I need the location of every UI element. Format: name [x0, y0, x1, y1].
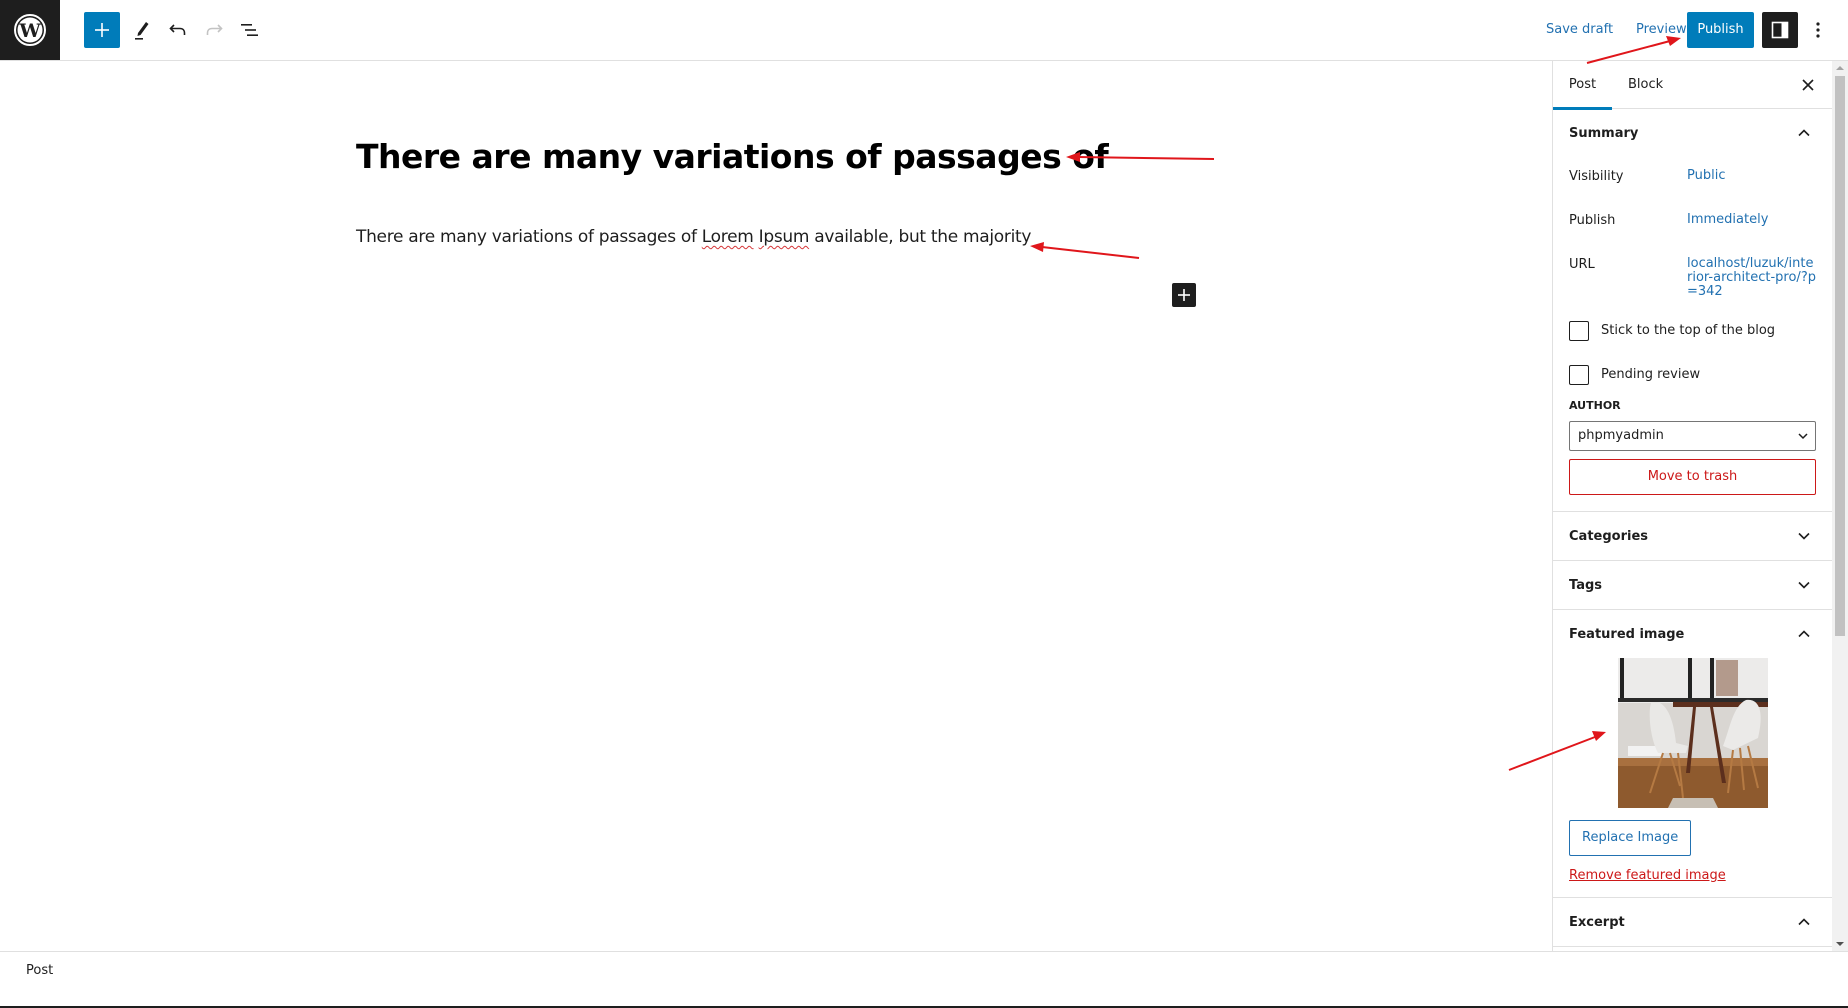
publish-label: Publish	[1569, 213, 1616, 228]
undo-icon	[169, 24, 186, 35]
close-icon	[1802, 79, 1814, 91]
visibility-row: Visibility Public	[1553, 157, 1832, 201]
settings-sidebar: Post Block Summary Visibility Public Pub…	[1552, 61, 1832, 951]
preview-button[interactable]: Preview	[1630, 12, 1693, 48]
paragraph-text: There are many variations of passages of	[356, 227, 702, 247]
visibility-label: Visibility	[1569, 169, 1624, 184]
visibility-value-link[interactable]: Public	[1687, 169, 1817, 183]
panel-title: Excerpt	[1569, 914, 1625, 930]
panel-title: Categories	[1569, 528, 1649, 544]
chevron-up-icon	[1792, 622, 1816, 646]
publish-button[interactable]: Publish	[1687, 12, 1754, 48]
post-title-field[interactable]: There are many variations of passages of	[356, 137, 1109, 176]
replace-image-button[interactable]: Replace Image	[1569, 820, 1692, 856]
featured-image-picture	[1617, 658, 1768, 808]
scrollbar-thumb[interactable]	[1835, 76, 1845, 636]
settings-toggle-button[interactable]	[1762, 12, 1798, 48]
scroll-up-arrow-icon[interactable]	[1836, 66, 1844, 70]
plus-icon	[1178, 289, 1190, 301]
scroll-down-arrow-icon[interactable]	[1836, 942, 1844, 946]
author-value: phpmyadmin	[1578, 428, 1664, 443]
editor-header: W Save draft Preview Publish	[0, 0, 1848, 61]
summary-panel-toggle[interactable]: Summary	[1553, 109, 1832, 157]
pending-review-checkbox[interactable]	[1569, 365, 1589, 385]
move-to-trash-button[interactable]: Move to trash	[1569, 459, 1816, 495]
categories-panel: Categories	[1553, 512, 1832, 561]
tags-panel: Tags	[1553, 561, 1832, 610]
pending-review-label[interactable]: Pending review	[1601, 367, 1700, 382]
tab-post[interactable]: Post	[1553, 61, 1612, 110]
editor-canvas: There are many variations of passages of…	[0, 61, 1552, 951]
sticky-label[interactable]: Stick to the top of the blog	[1601, 323, 1775, 338]
pencil-icon	[135, 22, 149, 40]
wordpress-logo-icon: W	[14, 14, 46, 46]
excerpt-panel: Excerpt	[1553, 898, 1832, 947]
close-sidebar-button[interactable]	[1796, 73, 1820, 97]
author-label: Author	[1569, 399, 1621, 412]
sidebar-scrollbar[interactable]	[1832, 61, 1848, 951]
author-select[interactable]: phpmyadmin	[1569, 421, 1816, 451]
publish-date-link[interactable]: Immediately	[1687, 213, 1817, 227]
summary-panel: Summary Visibility Public Publish Immedi…	[1553, 109, 1832, 512]
misspelled-word: Ipsum	[758, 227, 810, 247]
list-view-button[interactable]	[232, 12, 268, 48]
chevron-down-icon	[1792, 573, 1816, 597]
panel-title: Featured image	[1569, 626, 1685, 642]
undo-button[interactable]	[160, 12, 196, 48]
block-appender-button[interactable]	[1172, 283, 1196, 307]
pending-review-option: Pending review	[1553, 353, 1832, 397]
block-inserter-button[interactable]	[84, 12, 120, 48]
list-view-icon	[241, 24, 258, 36]
tab-block[interactable]: Block	[1628, 61, 1663, 109]
save-draft-button[interactable]: Save draft	[1540, 12, 1619, 48]
panel-title: Tags	[1569, 577, 1603, 593]
chevron-down-icon	[1797, 425, 1809, 458]
redo-icon	[206, 24, 223, 35]
sticky-checkbox[interactable]	[1569, 321, 1589, 341]
featured-image-panel: Featured image Replace Image Remove feat…	[1553, 610, 1832, 898]
sticky-option: Stick to the top of the blog	[1553, 309, 1832, 353]
remove-featured-image-link[interactable]: Remove featured image	[1569, 868, 1816, 897]
plus-icon	[95, 23, 109, 37]
wordpress-logo-button[interactable]: W	[0, 0, 60, 60]
categories-panel-toggle[interactable]: Categories	[1553, 512, 1832, 560]
url-label: URL	[1569, 257, 1595, 272]
sidebar-tabs: Post Block	[1553, 61, 1832, 110]
more-options-button[interactable]	[1806, 12, 1830, 48]
url-link[interactable]: localhost/luzuk/interior-architect-pro/?…	[1687, 257, 1817, 299]
panel-title: Summary	[1569, 125, 1639, 141]
paragraph-text: available, but the majority	[809, 227, 1032, 247]
url-row: URL localhost/luzuk/interior-architect-p…	[1553, 245, 1832, 309]
chevron-up-icon	[1792, 121, 1816, 145]
sidebar-toggle-icon	[1771, 21, 1789, 39]
misspelled-word: Lorem	[701, 227, 754, 247]
tools-button[interactable]	[123, 12, 159, 48]
vertical-ellipsis-icon	[1816, 22, 1820, 38]
chevron-down-icon	[1792, 524, 1816, 548]
featured-image-thumbnail[interactable]	[1617, 658, 1768, 808]
excerpt-panel-toggle[interactable]: Excerpt	[1553, 898, 1832, 946]
breadcrumb-post[interactable]: Post	[26, 963, 53, 978]
publish-row: Publish Immediately	[1553, 201, 1832, 245]
chevron-up-icon	[1792, 910, 1816, 934]
featured-image-panel-toggle[interactable]: Featured image	[1553, 610, 1832, 658]
svg-text:W: W	[18, 20, 41, 42]
redo-button[interactable]	[196, 12, 232, 48]
tags-panel-toggle[interactable]: Tags	[1553, 561, 1832, 609]
editor-footer: Post	[0, 951, 1848, 1006]
paragraph-block[interactable]: There are many variations of passages of…	[356, 227, 1031, 247]
